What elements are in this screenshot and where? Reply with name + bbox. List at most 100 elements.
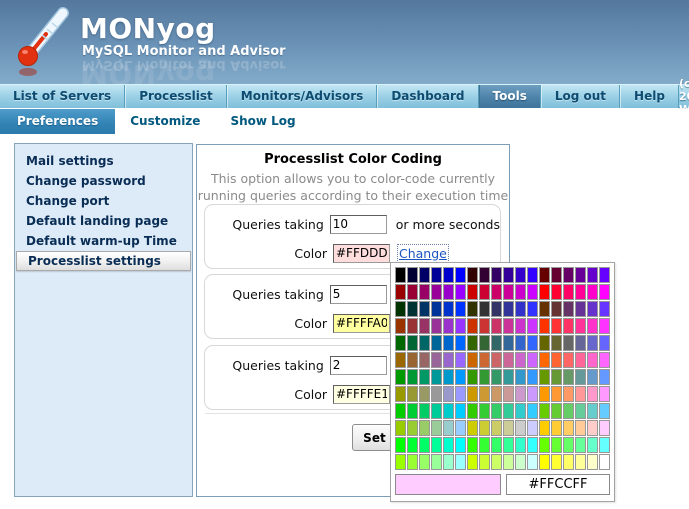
palette-swatch[interactable]: [431, 352, 442, 368]
palette-swatch[interactable]: [395, 352, 406, 368]
palette-swatch[interactable]: [455, 335, 466, 351]
palette-swatch[interactable]: [563, 454, 574, 470]
palette-swatch[interactable]: [575, 301, 586, 317]
nav-item-tools[interactable]: Tools: [479, 85, 541, 108]
palette-swatch[interactable]: [527, 386, 538, 402]
palette-swatch[interactable]: [455, 420, 466, 436]
palette-swatch[interactable]: [479, 386, 490, 402]
palette-swatch[interactable]: [431, 403, 442, 419]
palette-swatch[interactable]: [587, 454, 598, 470]
palette-swatch[interactable]: [587, 335, 598, 351]
palette-swatch[interactable]: [563, 335, 574, 351]
palette-swatch[interactable]: [563, 369, 574, 385]
nav-item-log-out[interactable]: Log out: [541, 85, 620, 108]
palette-swatch[interactable]: [443, 386, 454, 402]
palette-swatch[interactable]: [551, 335, 562, 351]
palette-swatch[interactable]: [539, 335, 550, 351]
palette-swatch[interactable]: [455, 352, 466, 368]
palette-swatch[interactable]: [527, 403, 538, 419]
palette-swatch[interactable]: [503, 267, 514, 283]
tab-show-log[interactable]: Show Log: [215, 109, 310, 134]
palette-swatch[interactable]: [515, 335, 526, 351]
palette-swatch[interactable]: [551, 301, 562, 317]
palette-swatch[interactable]: [419, 420, 430, 436]
palette-swatch[interactable]: [575, 386, 586, 402]
tab-customize[interactable]: Customize: [115, 109, 215, 134]
palette-swatch[interactable]: [539, 403, 550, 419]
palette-swatch[interactable]: [431, 369, 442, 385]
palette-swatch[interactable]: [395, 386, 406, 402]
palette-swatch[interactable]: [431, 335, 442, 351]
palette-swatch[interactable]: [479, 267, 490, 283]
palette-swatch[interactable]: [407, 335, 418, 351]
tab-preferences[interactable]: Preferences: [0, 109, 115, 134]
palette-swatch[interactable]: [599, 335, 610, 351]
palette-swatch[interactable]: [551, 267, 562, 283]
palette-swatch[interactable]: [599, 284, 610, 300]
palette-swatch[interactable]: [431, 420, 442, 436]
palette-swatch[interactable]: [563, 403, 574, 419]
palette-swatch[interactable]: [395, 437, 406, 453]
palette-swatch[interactable]: [527, 437, 538, 453]
palette-swatch[interactable]: [527, 454, 538, 470]
palette-swatch[interactable]: [503, 403, 514, 419]
palette-swatch[interactable]: [395, 335, 406, 351]
palette-swatch[interactable]: [491, 267, 502, 283]
palette-swatch[interactable]: [515, 403, 526, 419]
sidebar-item-default-warm-up-time[interactable]: Default warm-up Time: [15, 231, 192, 251]
palette-swatch[interactable]: [503, 420, 514, 436]
palette-swatch[interactable]: [539, 284, 550, 300]
palette-swatch[interactable]: [515, 284, 526, 300]
palette-swatch[interactable]: [503, 352, 514, 368]
sidebar-item-change-password[interactable]: Change password: [15, 171, 192, 191]
palette-swatch[interactable]: [515, 369, 526, 385]
palette-swatch[interactable]: [407, 369, 418, 385]
palette-swatch[interactable]: [563, 437, 574, 453]
palette-swatch[interactable]: [503, 369, 514, 385]
palette-swatch[interactable]: [599, 454, 610, 470]
palette-swatch[interactable]: [443, 454, 454, 470]
palette-swatch[interactable]: [467, 352, 478, 368]
palette-swatch[interactable]: [515, 454, 526, 470]
palette-swatch[interactable]: [539, 318, 550, 334]
palette-swatch[interactable]: [479, 403, 490, 419]
palette-swatch[interactable]: [443, 335, 454, 351]
palette-swatch[interactable]: [491, 454, 502, 470]
palette-swatch[interactable]: [491, 284, 502, 300]
palette-swatch[interactable]: [491, 437, 502, 453]
nav-item-dashboard[interactable]: Dashboard: [377, 85, 478, 108]
palette-swatch[interactable]: [395, 403, 406, 419]
palette-swatch[interactable]: [515, 437, 526, 453]
palette-swatch[interactable]: [455, 318, 466, 334]
palette-swatch[interactable]: [491, 386, 502, 402]
palette-swatch[interactable]: [527, 420, 538, 436]
palette-swatch[interactable]: [419, 301, 430, 317]
palette-swatch[interactable]: [491, 369, 502, 385]
palette-swatch[interactable]: [419, 369, 430, 385]
palette-swatch[interactable]: [443, 420, 454, 436]
palette-swatch[interactable]: [503, 318, 514, 334]
change-color-link-1[interactable]: Change: [399, 246, 447, 261]
palette-swatch[interactable]: [515, 420, 526, 436]
palette-swatch[interactable]: [551, 403, 562, 419]
palette-swatch[interactable]: [431, 318, 442, 334]
palette-swatch[interactable]: [455, 284, 466, 300]
palette-swatch[interactable]: [407, 420, 418, 436]
palette-swatch[interactable]: [527, 352, 538, 368]
palette-swatch[interactable]: [455, 403, 466, 419]
nav-item-processlist[interactable]: Processlist: [125, 85, 227, 108]
palette-swatch[interactable]: [455, 369, 466, 385]
palette-swatch[interactable]: [467, 301, 478, 317]
palette-swatch[interactable]: [419, 284, 430, 300]
palette-swatch[interactable]: [479, 335, 490, 351]
palette-swatch[interactable]: [479, 318, 490, 334]
palette-swatch[interactable]: [395, 369, 406, 385]
palette-swatch[interactable]: [515, 352, 526, 368]
palette-swatch[interactable]: [575, 454, 586, 470]
palette-swatch[interactable]: [575, 284, 586, 300]
palette-swatch[interactable]: [443, 301, 454, 317]
palette-swatch[interactable]: [479, 301, 490, 317]
palette-swatch[interactable]: [419, 335, 430, 351]
palette-swatch[interactable]: [587, 284, 598, 300]
palette-swatch[interactable]: [395, 420, 406, 436]
